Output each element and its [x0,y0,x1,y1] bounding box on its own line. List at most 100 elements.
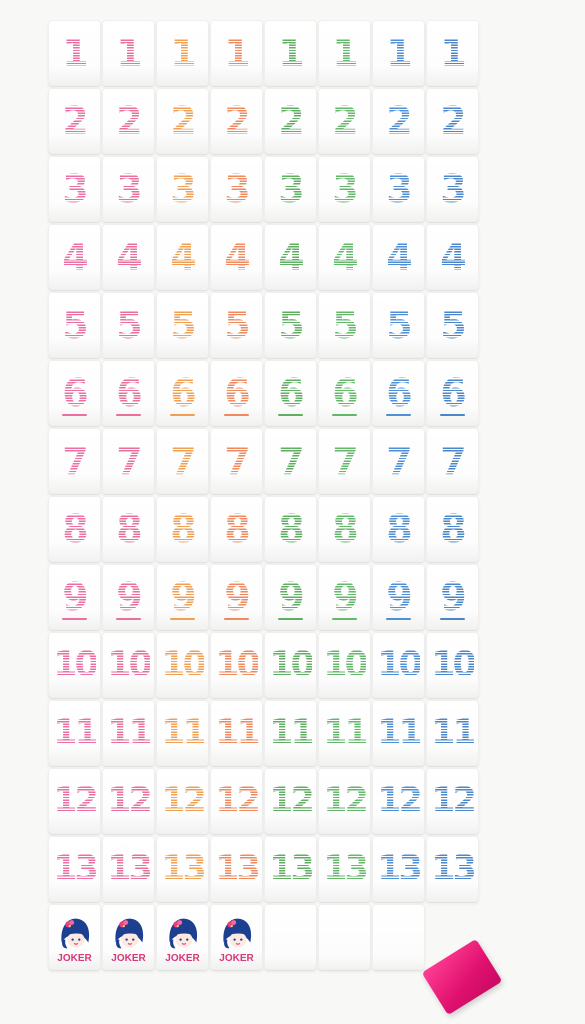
tile-number: 2 [386,99,412,143]
tile-number: 7 [62,439,88,483]
tile-number: 2 [278,99,304,143]
number-tile: 3 [48,156,101,222]
tile-number: 12 [323,780,369,821]
number-tile: 3 [156,156,209,222]
tile-number: 4 [224,235,250,279]
number-tile: 3 [426,156,479,222]
tile-number: 9 [224,575,250,619]
number-tile: 11 [372,700,425,766]
tile-underline [224,618,249,620]
joker-label: JOKER [111,953,146,964]
tile-number: 2 [332,99,358,143]
number-tile: 2 [372,88,425,154]
number-tile: 5 [372,292,425,358]
tile-underline [386,618,411,620]
number-tile: 8 [372,496,425,562]
number-tile: 2 [264,88,317,154]
tile-number: 8 [170,507,196,551]
tile-underline [440,618,465,620]
number-tile: 9 [156,564,209,630]
tile-number: 2 [224,99,250,143]
joker-tile: JOKER [210,904,263,970]
number-tile: 10 [210,632,263,698]
tile-number: 11 [431,712,477,753]
number-tile: 12 [210,768,263,834]
tile-number: 4 [278,235,304,279]
number-tile: 6 [156,360,209,426]
tile-number: 6 [440,371,466,415]
tile-number: 11 [377,712,423,753]
number-tile: 10 [426,632,479,698]
number-tile: 10 [318,632,371,698]
tile-number: 7 [116,439,142,483]
tile-number: 8 [386,507,412,551]
tile-number: 9 [386,575,412,619]
tile-number: 13 [269,848,315,889]
number-tile: 12 [318,768,371,834]
tile-set-photo: 1111111122222222333333334444444455555555… [0,0,585,1024]
number-tile: 4 [156,224,209,290]
tile-number: 7 [224,439,250,483]
number-tile: 9 [426,564,479,630]
tile-number: 3 [224,167,250,211]
tile-number: 6 [332,371,358,415]
number-tile: 1 [102,20,155,86]
number-tile: 12 [102,768,155,834]
number-tile: 13 [210,836,263,902]
number-tile: 12 [426,768,479,834]
number-tile: 6 [426,360,479,426]
number-tile: 11 [264,700,317,766]
tile-number: 6 [278,371,304,415]
number-tile: 6 [372,360,425,426]
tile-number: 9 [332,575,358,619]
tile-number: 1 [224,31,250,75]
tile-underline [278,414,303,416]
tile-number: 10 [269,644,315,685]
tile-number: 13 [377,848,423,889]
tile-number: 5 [116,303,142,347]
number-tile: 4 [48,224,101,290]
tile-number: 11 [323,712,369,753]
tile-number: 13 [431,848,477,889]
tile-number: 12 [53,780,99,821]
tile-number: 8 [224,507,250,551]
tile-number: 10 [323,644,369,685]
tile-number: 13 [323,848,369,889]
tile-underline [170,618,195,620]
tile-grid: 1111111122222222333333334444444455555555… [48,20,480,970]
number-tile: 11 [426,700,479,766]
number-tile: 13 [264,836,317,902]
tile-number: 4 [170,235,196,279]
number-tile: 8 [210,496,263,562]
tile-number: 13 [53,848,99,889]
tile-underline [278,618,303,620]
tile-number: 11 [269,712,315,753]
tile-underline [332,618,357,620]
number-tile: 5 [102,292,155,358]
joker-label: JOKER [57,953,92,964]
joker-face-icon [114,918,143,949]
tile-number: 1 [278,31,304,75]
number-tile: 9 [372,564,425,630]
tile-number: 8 [278,507,304,551]
tile-number: 3 [170,167,196,211]
tile-number: 5 [332,303,358,347]
tile-number: 3 [440,167,466,211]
tile-number: 12 [377,780,423,821]
tile-number: 4 [386,235,412,279]
tile-number: 11 [161,712,207,753]
tile-underline [386,414,411,416]
number-tile: 7 [102,428,155,494]
number-tile: 1 [210,20,263,86]
number-tile: 9 [210,564,263,630]
number-tile: 7 [318,428,371,494]
number-tile: 8 [264,496,317,562]
tile-number: 8 [440,507,466,551]
tile-number: 6 [386,371,412,415]
number-tile: 4 [426,224,479,290]
number-tile: 11 [102,700,155,766]
blank-tile [318,904,371,970]
tile-number: 8 [332,507,358,551]
number-tile: 3 [102,156,155,222]
number-tile: 12 [48,768,101,834]
